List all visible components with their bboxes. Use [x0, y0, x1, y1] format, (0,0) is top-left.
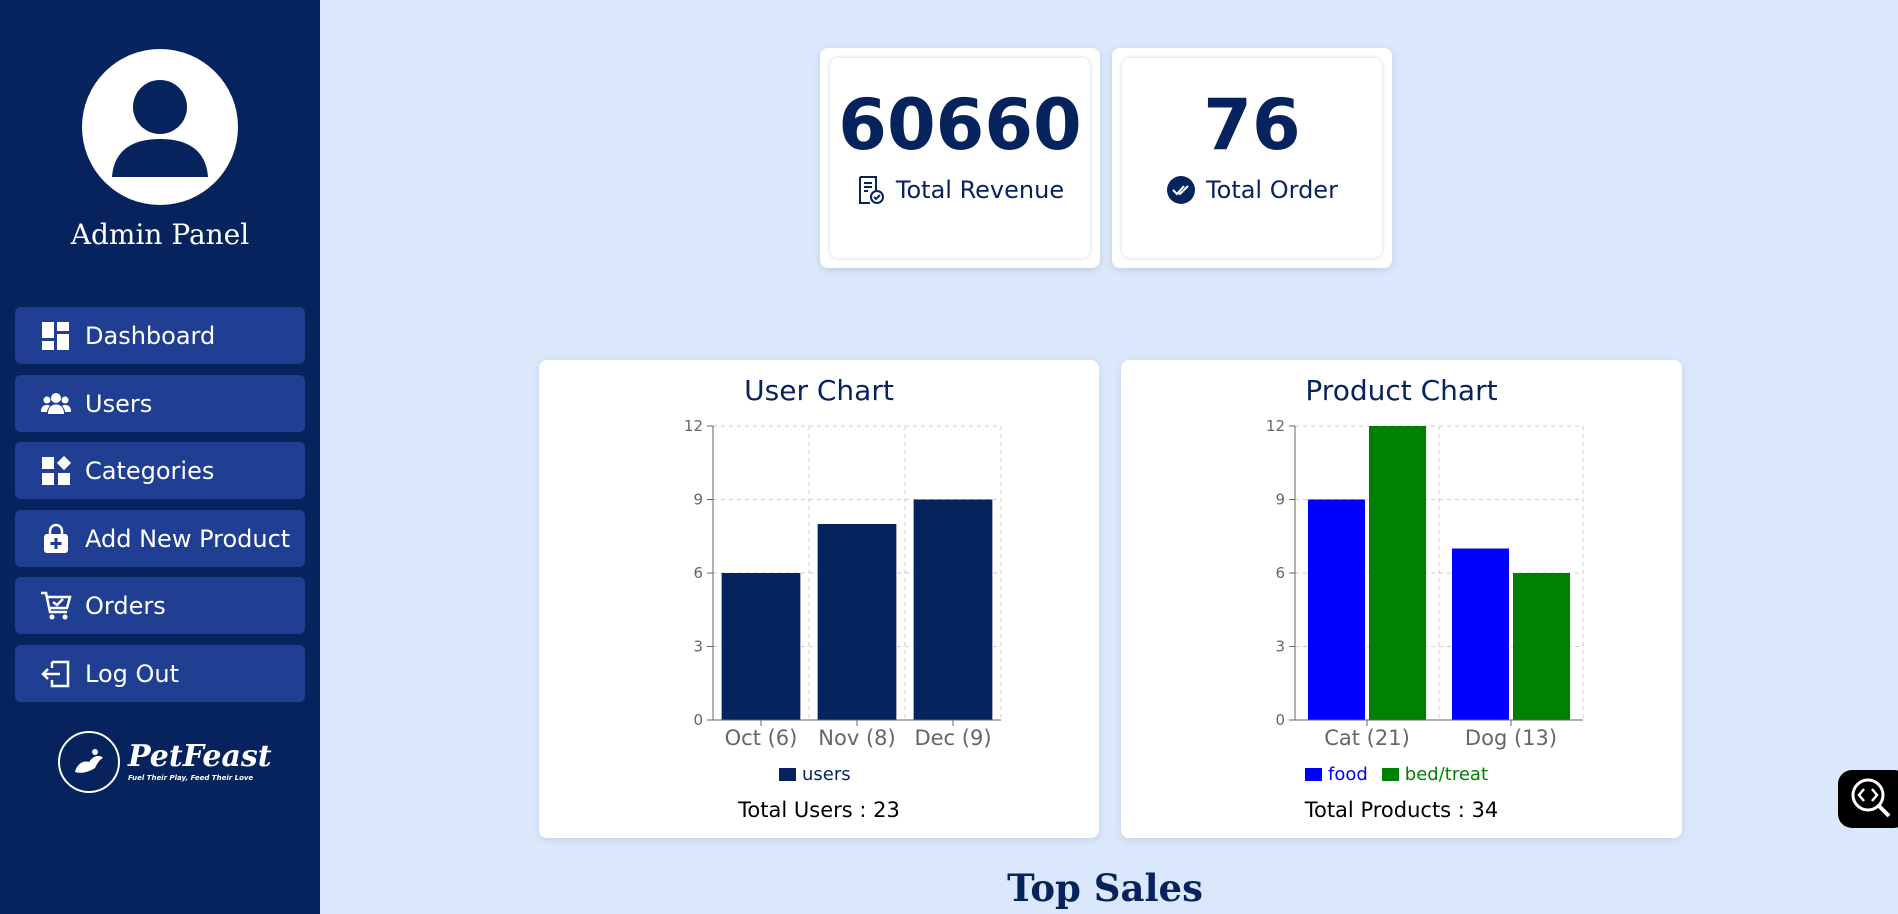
y-tick-label: 9 — [1275, 491, 1285, 509]
y-tick-label: 0 — [693, 711, 703, 729]
sidebar-item-label: Log Out — [85, 659, 180, 688]
legend-label: food — [1328, 764, 1368, 785]
bar — [1513, 573, 1571, 720]
cart-check-icon — [39, 589, 73, 623]
y-tick-label: 12 — [684, 417, 703, 435]
panel-title: Admin Panel — [70, 218, 250, 251]
total-users: Total Users : 23 — [738, 798, 900, 822]
user-chart-legend: users — [779, 764, 865, 785]
y-tick-label: 3 — [693, 638, 703, 656]
total-products: Total Products : 34 — [1304, 798, 1499, 822]
sidebar-item-label: Add New Product — [85, 524, 291, 553]
x-tick-label: Oct (6) — [725, 726, 798, 750]
avatar-icon — [82, 49, 238, 205]
sidebar-item-users[interactable]: Users — [15, 375, 305, 432]
bar — [1451, 548, 1509, 720]
sidebar-item-add-new-product[interactable]: Add New Product — [15, 510, 305, 567]
bar — [1369, 426, 1427, 720]
legend-label: users — [802, 764, 851, 785]
y-tick-label: 12 — [1266, 417, 1285, 435]
legend-swatch — [779, 768, 796, 781]
floating-code-search-button[interactable] — [1838, 770, 1898, 828]
revenue-card: 60660 Total Revenue — [820, 48, 1100, 268]
legend-item: food — [1305, 764, 1368, 785]
x-tick-label: Cat (21) — [1324, 726, 1410, 750]
brand-logo: PetFeast Fuel Their Play, Feed Their Lov… — [58, 730, 278, 794]
categories-icon — [39, 454, 73, 488]
legend-item: bed/treat — [1381, 764, 1489, 785]
legend-label: bed/treat — [1404, 764, 1489, 785]
product-chart-legend: food bed/treat — [1305, 764, 1502, 785]
y-tick-label: 6 — [693, 564, 703, 582]
top-sales-heading: Top Sales — [1007, 866, 1203, 910]
pet-logo-icon — [58, 731, 120, 793]
bar — [1307, 499, 1365, 720]
receipt-check-icon — [856, 175, 886, 205]
legend-item: users — [779, 764, 851, 785]
sidebar-item-label: Categories — [85, 456, 215, 485]
dashboard-icon — [39, 319, 73, 353]
y-tick-label: 0 — [1275, 711, 1285, 729]
sidebar: Admin Panel Dashboard Users Categories A… — [0, 0, 320, 914]
users-icon — [39, 387, 73, 421]
revenue-value: 60660 — [838, 84, 1082, 166]
sidebar-item-label: Users — [85, 389, 153, 418]
logout-icon — [39, 657, 73, 691]
bar — [721, 573, 801, 720]
orders-label: Total Order — [1206, 176, 1338, 204]
sidebar-item-dashboard[interactable]: Dashboard — [15, 307, 305, 364]
brand-name: PetFeast — [128, 739, 272, 774]
bar — [913, 499, 993, 720]
orders-card: 76 Total Order — [1112, 48, 1392, 268]
legend-swatch — [1305, 768, 1322, 781]
shopping-bag-plus-icon — [39, 522, 73, 556]
x-tick-label: Nov (8) — [818, 726, 895, 750]
orders-value: 76 — [1203, 84, 1301, 166]
sidebar-item-orders[interactable]: Orders — [15, 577, 305, 634]
double-check-circle-icon — [1166, 175, 1196, 205]
sidebar-item-categories[interactable]: Categories — [15, 442, 305, 499]
y-tick-label: 6 — [1275, 564, 1285, 582]
code-search-icon — [1848, 775, 1892, 824]
brand-tagline: Fuel Their Play, Feed Their Love — [128, 774, 254, 782]
y-tick-label: 9 — [693, 491, 703, 509]
bar — [817, 524, 897, 720]
revenue-label: Total Revenue — [895, 176, 1065, 204]
x-tick-label: Dec (9) — [914, 726, 991, 750]
sidebar-item-label: Dashboard — [85, 321, 216, 350]
sidebar-item-label: Orders — [85, 591, 166, 620]
legend-swatch — [1381, 768, 1399, 781]
sidebar-item-log-out[interactable]: Log Out — [15, 645, 305, 702]
y-tick-label: 3 — [1275, 638, 1285, 656]
x-tick-label: Dog (13) — [1465, 726, 1557, 750]
